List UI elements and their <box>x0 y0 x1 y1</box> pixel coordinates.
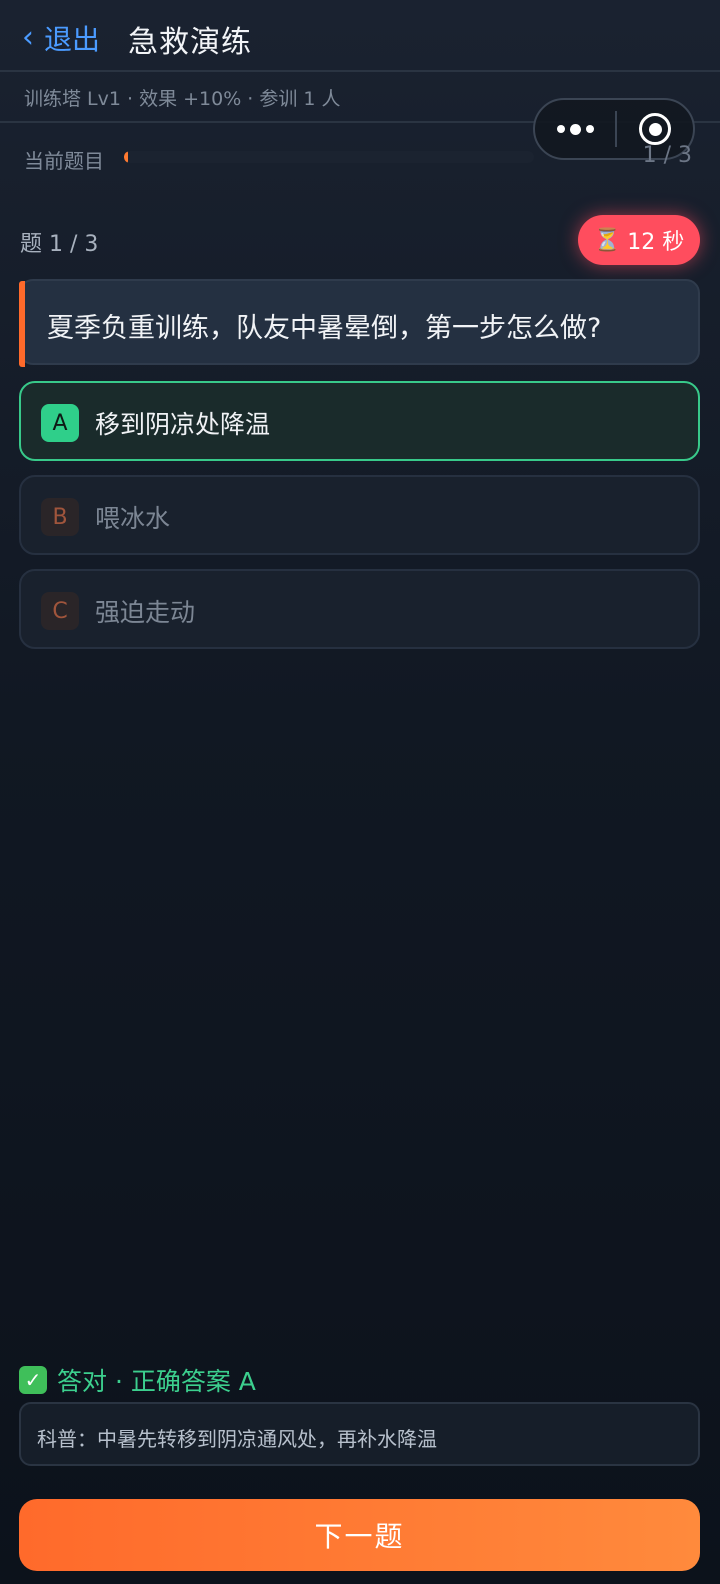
progress-label: 当前题目 <box>24 149 104 173</box>
result-message: ✓ 答对 · 正确答案 A <box>19 1362 256 1398</box>
timer-value: 12 秒 <box>627 230 685 255</box>
option-c[interactable]: C 强迫走动 <box>19 569 700 649</box>
exit-button[interactable]: ‹ 退出 <box>22 18 100 58</box>
check-mark-icon: ✓ <box>19 1366 47 1394</box>
option-a[interactable]: A 移到阴凉处降温 <box>19 381 700 461</box>
option-letter-badge: B <box>41 498 79 536</box>
page-title: 急救演练 <box>128 25 252 60</box>
next-question-button[interactable]: 下一题 <box>19 1499 700 1571</box>
exit-label: 退出 <box>44 23 101 56</box>
progress-count: 1 / 3 <box>642 143 692 168</box>
question-index: 题 1 / 3 <box>20 232 99 257</box>
option-b[interactable]: B 喂冰水 <box>19 475 700 555</box>
more-dots-icon[interactable] <box>535 100 615 158</box>
question-card: 夏季负重训练，队友中暑晕倒，第一步怎么做? <box>19 279 700 367</box>
question-text: 夏季负重训练，队友中暑晕倒，第一步怎么做? <box>47 313 602 344</box>
top-bar: ‹ 退出 急救演练 <box>0 0 720 72</box>
explanation-box: 科普：中暑先转移到阴凉通风处，再补水降温 <box>19 1402 700 1466</box>
option-text: 移到阴凉处降温 <box>95 410 271 439</box>
training-info: 训练塔 Lv1 · 效果 +10% · 参训 1 人 <box>24 88 341 110</box>
progress-bar <box>124 151 534 163</box>
hourglass-icon: ⏳ <box>593 227 622 253</box>
option-text: 强迫走动 <box>95 598 196 627</box>
option-text: 喂冰水 <box>95 504 171 533</box>
question-accent-bar <box>19 281 25 367</box>
result-text: 答对 · 正确答案 A <box>57 1367 256 1396</box>
countdown-timer: ⏳ 12 秒 <box>578 215 700 265</box>
option-letter-badge: A <box>41 404 79 442</box>
progress-fill <box>124 151 129 163</box>
option-letter-badge: C <box>41 592 79 630</box>
chevron-left-icon: ‹ <box>22 20 34 55</box>
explanation-text: 科普：中暑先转移到阴凉通风处，再补水降温 <box>37 1427 437 1451</box>
close-target-icon[interactable] <box>617 113 693 145</box>
